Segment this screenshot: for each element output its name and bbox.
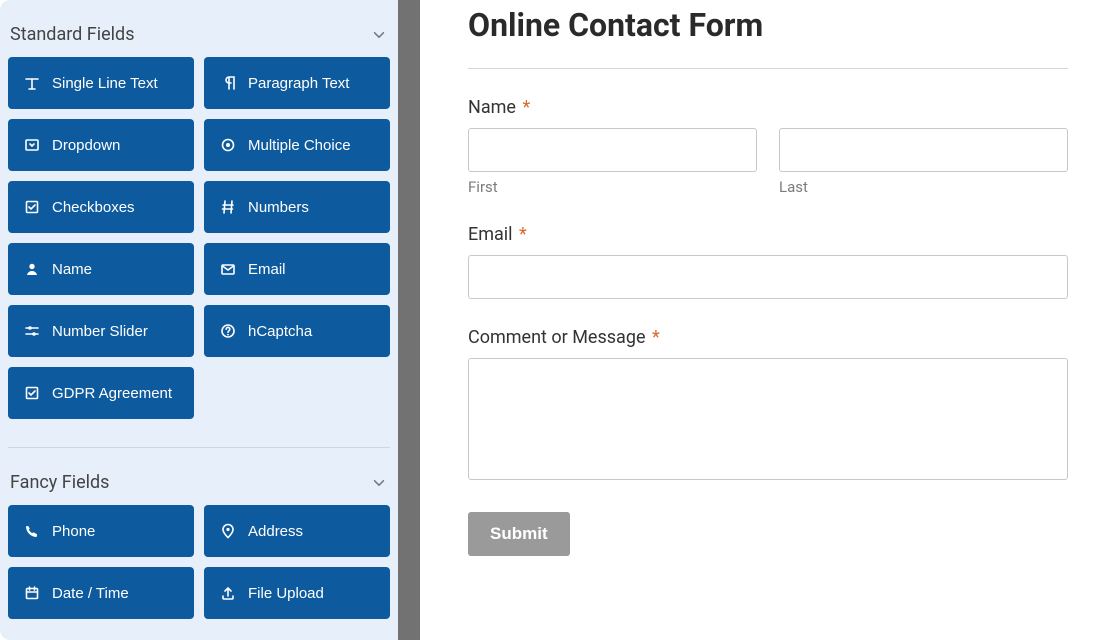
field-btn-gdpr-agreement[interactable]: GDPR Agreement — [8, 367, 194, 419]
field-btn-name[interactable]: Name — [8, 243, 194, 295]
name-label-text: Name — [468, 97, 516, 118]
fancy-fields-title: Fancy Fields — [10, 472, 109, 493]
field-btn-label: Multiple Choice — [248, 137, 351, 154]
checkbox-icon — [24, 385, 40, 401]
calendar-icon — [24, 585, 40, 601]
email-field-group: Email * — [468, 224, 1068, 299]
field-btn-label: Single Line Text — [52, 75, 158, 92]
first-name-input[interactable] — [468, 128, 757, 172]
name-field-group: Name * First Last — [468, 97, 1068, 196]
field-btn-address[interactable]: Address — [204, 505, 390, 557]
message-label-text: Comment or Message — [468, 327, 646, 348]
email-label: Email * — [468, 224, 1068, 245]
last-sublabel: Last — [779, 178, 1068, 196]
field-btn-label: Phone — [52, 523, 95, 540]
field-btn-label: hCaptcha — [248, 323, 312, 340]
upload-icon — [220, 585, 236, 601]
field-btn-label: Paragraph Text — [248, 75, 349, 92]
standard-fields-title: Standard Fields — [10, 24, 135, 45]
field-btn-multiple-choice[interactable]: Multiple Choice — [204, 119, 390, 171]
standard-fields-header[interactable]: Standard Fields — [8, 18, 390, 57]
message-label: Comment or Message * — [468, 327, 1068, 348]
checkbox-icon — [24, 199, 40, 215]
submit-button[interactable]: Submit — [468, 512, 570, 556]
required-mark: * — [652, 327, 660, 348]
field-btn-single-line-text[interactable]: Single Line Text — [8, 57, 194, 109]
pin-icon — [220, 523, 236, 539]
field-btn-label: Dropdown — [52, 137, 120, 154]
first-sublabel: First — [468, 178, 757, 196]
name-label: Name * — [468, 97, 1068, 118]
field-btn-hcaptcha[interactable]: hCaptcha — [204, 305, 390, 357]
field-btn-label: Checkboxes — [52, 199, 135, 216]
field-btn-number-slider[interactable]: Number Slider — [8, 305, 194, 357]
last-name-input[interactable] — [779, 128, 1068, 172]
fields-sidebar: Standard Fields Single Line Text Paragrap… — [0, 0, 420, 640]
field-btn-label: Address — [248, 523, 303, 540]
field-btn-numbers[interactable]: Numbers — [204, 181, 390, 233]
required-mark: * — [522, 97, 530, 118]
field-btn-label: Date / Time — [52, 585, 129, 602]
horizontal-rule — [468, 68, 1068, 69]
field-btn-date-time[interactable]: Date / Time — [8, 567, 194, 619]
paragraph-icon — [220, 75, 236, 91]
field-btn-label: Numbers — [248, 199, 309, 216]
chevron-down-icon — [372, 476, 386, 490]
field-btn-label: Email — [248, 261, 286, 278]
field-btn-email[interactable]: Email — [204, 243, 390, 295]
hash-icon — [220, 199, 236, 215]
field-btn-dropdown[interactable]: Dropdown — [8, 119, 194, 171]
field-btn-checkboxes[interactable]: Checkboxes — [8, 181, 194, 233]
email-input[interactable] — [468, 255, 1068, 299]
radio-icon — [220, 137, 236, 153]
message-textarea[interactable] — [468, 358, 1068, 480]
message-field-group: Comment or Message * — [468, 327, 1068, 484]
email-label-text: Email — [468, 224, 513, 245]
fancy-fields-header[interactable]: Fancy Fields — [8, 466, 390, 505]
fancy-fields-grid: Phone Address Date / Time File Upload — [8, 505, 390, 640]
question-icon — [220, 323, 236, 339]
envelope-icon — [220, 261, 236, 277]
standard-fields-grid: Single Line Text Paragraph Text Dropdown Mu… — [8, 57, 390, 443]
section-divider — [8, 447, 390, 448]
required-mark: * — [519, 224, 527, 245]
field-btn-label: File Upload — [248, 585, 324, 602]
phone-icon — [24, 523, 40, 539]
field-btn-label: Number Slider — [52, 323, 148, 340]
text-icon — [24, 75, 40, 91]
field-btn-label: GDPR Agreement — [52, 385, 172, 402]
slider-icon — [24, 323, 40, 339]
form-title: Online Contact Form — [468, 6, 1068, 44]
field-btn-label: Name — [52, 261, 92, 278]
dropdown-icon — [24, 137, 40, 153]
chevron-down-icon — [372, 28, 386, 42]
field-btn-phone[interactable]: Phone — [8, 505, 194, 557]
field-btn-file-upload[interactable]: File Upload — [204, 567, 390, 619]
field-btn-paragraph-text[interactable]: Paragraph Text — [204, 57, 390, 109]
form-preview: Online Contact Form Name * First Last Em… — [420, 0, 1116, 640]
user-icon — [24, 261, 40, 277]
